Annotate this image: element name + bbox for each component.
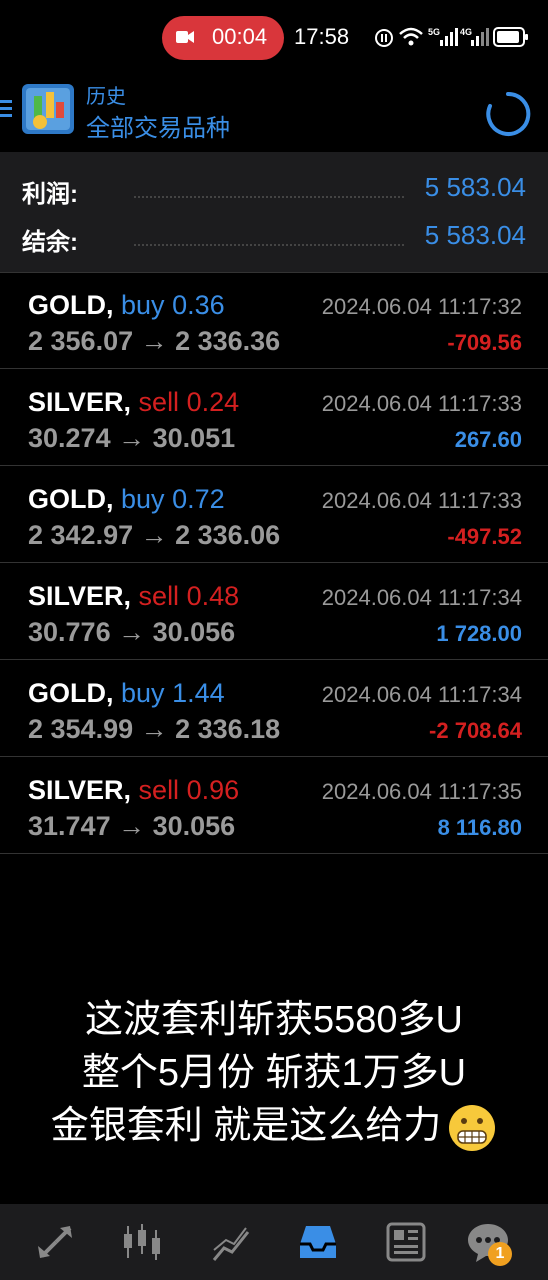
trade-history-list: GOLD, buy 0.36 2 356.07 → 2 336.36 2024.…	[0, 272, 548, 854]
status-bar: 00:04 17:58 5G 4G	[0, 0, 548, 76]
trade-side: buy	[121, 678, 165, 708]
caption-line: 这波套利斩获5580多U	[85, 999, 463, 1041]
bottom-navigation: 1	[0, 1204, 548, 1280]
trade-row[interactable]: SILVER, sell 0.48 30.776 → 30.056 2024.0…	[0, 563, 548, 660]
screen-recording-indicator[interactable]: 00:04	[162, 16, 284, 60]
trade-profit: 8 116.80	[437, 815, 522, 840]
trade-prices: 30.274 → 30.051	[28, 423, 236, 453]
trade-profit: -2 708.64	[429, 718, 522, 743]
trade-side: sell	[138, 387, 180, 417]
trade-row[interactable]: GOLD, buy 0.36 2 356.07 → 2 336.36 2024.…	[0, 272, 548, 369]
loading-spinner-icon	[486, 91, 531, 136]
trade-profit: -709.56	[447, 330, 522, 355]
trade-prices: 2 354.99 → 2 336.18	[28, 714, 281, 744]
chart-icon[interactable]	[120, 1220, 164, 1264]
trade-time: 2024.06.04 11:17:33	[321, 488, 522, 513]
profit-row: 利润: 5 583.04	[0, 170, 548, 210]
trade-title: GOLD, buy 0.36	[28, 290, 225, 321]
grimacing-face-icon	[449, 1104, 496, 1151]
quotes-icon[interactable]	[34, 1220, 78, 1264]
trade-volume: 0.48	[186, 581, 240, 611]
trade-prices: 2 356.07 → 2 336.36	[28, 326, 281, 356]
messages-badge: 1	[488, 1242, 512, 1266]
balance-label: 结余:	[22, 229, 78, 256]
caption-line-3: 金银套利 就是这么给力	[0, 1100, 548, 1153]
trade-title: GOLD, buy 1.44	[28, 678, 225, 709]
history-icon[interactable]	[296, 1220, 340, 1264]
app-header: 历史 全部交易品种	[0, 76, 548, 152]
trade-icon[interactable]	[210, 1220, 254, 1264]
video-camera-icon	[176, 31, 194, 43]
balance-row: 结余: 5 583.04	[0, 218, 548, 258]
trade-volume: 0.24	[186, 387, 240, 417]
trade-row[interactable]: SILVER, sell 0.24 30.274 → 30.051 2024.0…	[0, 369, 548, 466]
system-status-icons: 5G 4G	[375, 27, 528, 47]
trade-symbol: GOLD,	[28, 290, 114, 320]
trade-profit: -497.52	[447, 524, 522, 549]
header-title[interactable]: 全部交易品种	[86, 108, 230, 143]
trade-title: SILVER, sell 0.96	[28, 775, 239, 806]
trade-side: buy	[121, 290, 165, 320]
trade-time: 2024.06.04 11:17:33	[321, 391, 522, 416]
trade-row[interactable]: GOLD, buy 1.44 2 354.99 → 2 336.18 2024.…	[0, 660, 548, 757]
trade-volume: 0.96	[186, 775, 240, 805]
trade-time: 2024.06.04 11:17:34	[321, 585, 522, 610]
app-logo-icon	[22, 84, 74, 134]
svg-text:4G: 4G	[460, 27, 472, 37]
signal-4g-icon: 4G	[460, 27, 489, 46]
nfc-icon	[375, 29, 393, 47]
trade-profit: 1 728.00	[436, 621, 522, 646]
header-subtitle: 历史	[86, 86, 126, 108]
trade-symbol: SILVER,	[28, 387, 132, 417]
video-caption: 这波套利斩获5580多U 整个5月份 斩获1万多U 金银套利 就是这么给力	[0, 994, 548, 1153]
trade-volume: 1.44	[172, 678, 225, 708]
trade-prices: 31.747 → 30.056	[28, 811, 236, 841]
trade-time: 2024.06.04 11:17:34	[321, 682, 522, 707]
trade-row[interactable]: SILVER, sell 0.96 31.747 → 30.056 2024.0…	[0, 757, 548, 854]
account-summary: 利润: 5 583.04 结余: 5 583.04	[0, 152, 548, 273]
dotted-leader	[134, 244, 404, 246]
menu-icon[interactable]	[0, 98, 14, 118]
dotted-leader	[134, 196, 404, 198]
signal-5g-icon: 5G	[428, 27, 458, 46]
trade-prices: 2 342.97 → 2 336.06	[28, 520, 281, 550]
trade-symbol: GOLD,	[28, 484, 114, 514]
trade-time: 2024.06.04 11:17:32	[321, 294, 522, 319]
trade-symbol: GOLD,	[28, 678, 114, 708]
battery-icon	[493, 27, 528, 47]
trade-side: sell	[138, 775, 180, 805]
caption-text: 金银套利 就是这么给力	[50, 1105, 442, 1147]
svg-text:5G: 5G	[428, 27, 440, 37]
trade-title: GOLD, buy 0.72	[28, 484, 225, 515]
trade-volume: 0.36	[172, 290, 225, 320]
trade-row[interactable]: GOLD, buy 0.72 2 342.97 → 2 336.06 2024.…	[0, 466, 548, 563]
trade-volume: 0.72	[172, 484, 225, 514]
trade-time: 2024.06.04 11:17:35	[321, 779, 522, 804]
balance-value: 5 583.04	[424, 220, 526, 250]
trade-symbol: SILVER,	[28, 775, 132, 805]
trade-symbol: SILVER,	[28, 581, 132, 611]
trade-title: SILVER, sell 0.48	[28, 581, 239, 612]
trade-title: SILVER, sell 0.24	[28, 387, 239, 418]
trade-side: sell	[138, 581, 180, 611]
profit-value: 5 583.04	[424, 172, 526, 202]
caption-line: 整个5月份 斩获1万多U	[81, 1052, 467, 1094]
trade-prices: 30.776 → 30.056	[28, 617, 236, 647]
status-clock: 17:58	[294, 24, 350, 49]
trade-side: buy	[121, 484, 165, 514]
recording-timer: 00:04	[212, 24, 268, 49]
wifi-icon	[399, 27, 423, 46]
news-icon[interactable]	[384, 1220, 428, 1264]
profit-label: 利润:	[22, 181, 78, 208]
trade-profit: 267.60	[454, 427, 522, 452]
